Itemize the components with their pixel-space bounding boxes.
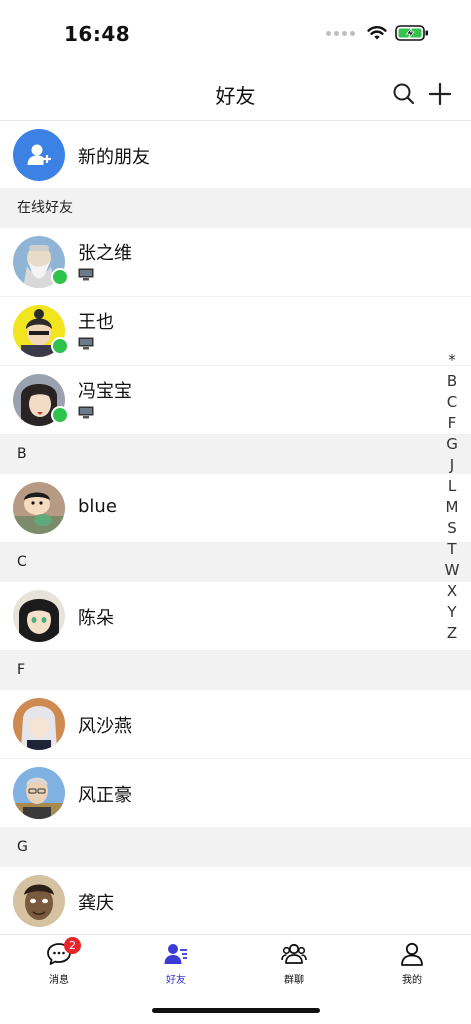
index-letter[interactable]: X: [447, 581, 457, 602]
friend-row-chen[interactable]: 陈朵: [0, 582, 471, 651]
new-friends-label: 新的朋友: [78, 147, 150, 168]
alphabet-index[interactable]: * B C F G J L M S T W X Y Z: [440, 350, 464, 644]
section-header-online: 在线好友: [0, 189, 471, 228]
status-bar: 16:48: [0, 0, 471, 64]
friend-row-gong[interactable]: 龚庆: [0, 867, 471, 936]
index-letter[interactable]: S: [447, 518, 457, 539]
online-status-indicator: [51, 268, 69, 286]
friend-row-feng-bao[interactable]: 冯宝宝: [0, 366, 471, 435]
index-letter[interactable]: J: [450, 455, 454, 476]
signal-icon: [326, 30, 355, 36]
desktop-icon: [78, 268, 94, 281]
search-icon[interactable]: [391, 81, 417, 107]
tab-messages[interactable]: 2 消息: [29, 937, 89, 986]
add-friend-icon: [13, 129, 65, 181]
group-icon: [281, 943, 307, 964]
friend-name: 风沙燕: [78, 716, 132, 737]
tab-label: 好友: [166, 975, 186, 986]
friend-row-blue[interactable]: blue: [0, 474, 471, 543]
tab-groups[interactable]: 群聊: [264, 941, 324, 986]
friend-row-feng-sha[interactable]: 风沙燕: [0, 690, 471, 759]
index-letter[interactable]: M: [446, 497, 459, 518]
section-header-g: G: [0, 828, 471, 867]
desktop-icon: [78, 406, 94, 419]
friend-name: blue: [78, 496, 117, 517]
desktop-icon: [78, 337, 94, 350]
friend-name: 张之维: [78, 243, 132, 264]
status-time: 16:48: [64, 22, 131, 46]
friend-name: 风正豪: [78, 785, 132, 806]
index-letter[interactable]: *: [448, 350, 456, 371]
section-header-c: C: [0, 543, 471, 582]
tab-label: 群聊: [284, 975, 304, 986]
friend-name: 龚庆: [78, 893, 114, 914]
avatar: [13, 482, 65, 534]
index-letter[interactable]: T: [447, 539, 456, 560]
battery-charging-icon: [395, 25, 428, 41]
unread-badge: 2: [64, 937, 81, 954]
friend-row-zhang[interactable]: 张之维: [0, 228, 471, 297]
friend-row-feng-zheng[interactable]: 风正豪: [0, 759, 471, 828]
status-icons: [326, 24, 429, 42]
avatar: [13, 590, 65, 642]
home-indicator: [152, 1008, 320, 1013]
add-icon[interactable]: [427, 81, 453, 107]
section-header-f: F: [0, 651, 471, 690]
online-status-indicator: [51, 337, 69, 355]
contacts-icon: [164, 944, 187, 964]
online-status-indicator: [51, 406, 69, 424]
index-letter[interactable]: Y: [447, 602, 456, 623]
index-letter[interactable]: C: [447, 392, 457, 413]
index-letter[interactable]: F: [448, 413, 457, 434]
new-friends-row[interactable]: 新的朋友: [0, 121, 471, 189]
friend-row-wang[interactable]: 王也: [0, 297, 471, 366]
wifi-icon: [367, 26, 387, 40]
avatar: [13, 875, 65, 927]
avatar: [13, 698, 65, 750]
tab-label: 我的: [402, 975, 422, 986]
friend-name: 冯宝宝: [78, 381, 132, 402]
index-letter[interactable]: B: [447, 371, 457, 392]
index-letter[interactable]: G: [446, 434, 458, 455]
friend-name: 王也: [78, 312, 114, 333]
person-icon: [401, 942, 423, 966]
nav-bar: 好友: [0, 64, 471, 121]
avatar: [13, 767, 65, 819]
tab-friends[interactable]: 好友: [146, 941, 206, 986]
friend-list: 新的朋友 在线好友 张之维 王也 冯宝宝 B blue C 陈朵 F 风沙燕 风…: [0, 121, 471, 936]
friend-name: 陈朵: [78, 608, 114, 629]
tab-label: 消息: [49, 975, 69, 986]
tab-me[interactable]: 我的: [382, 941, 442, 986]
section-header-b: B: [0, 435, 471, 474]
index-letter[interactable]: W: [445, 560, 460, 581]
index-letter[interactable]: L: [448, 476, 456, 497]
index-letter[interactable]: Z: [447, 623, 457, 644]
